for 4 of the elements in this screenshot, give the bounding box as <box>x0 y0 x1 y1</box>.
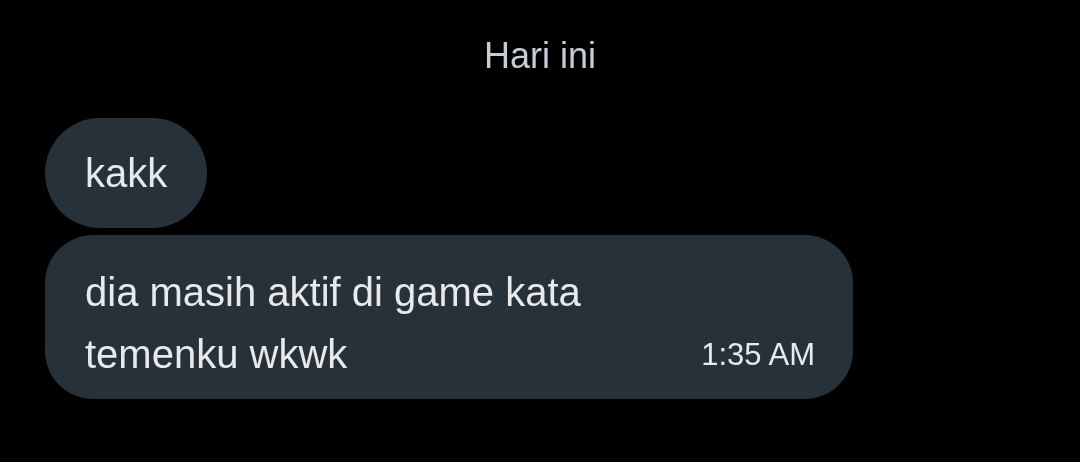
message-time: 1:35 AM <box>701 337 815 373</box>
message-text: kakk <box>85 150 168 197</box>
message-text: dia masih aktif di game kata temenku wkwk <box>85 269 582 378</box>
date-separator: Hari ini <box>484 34 596 78</box>
